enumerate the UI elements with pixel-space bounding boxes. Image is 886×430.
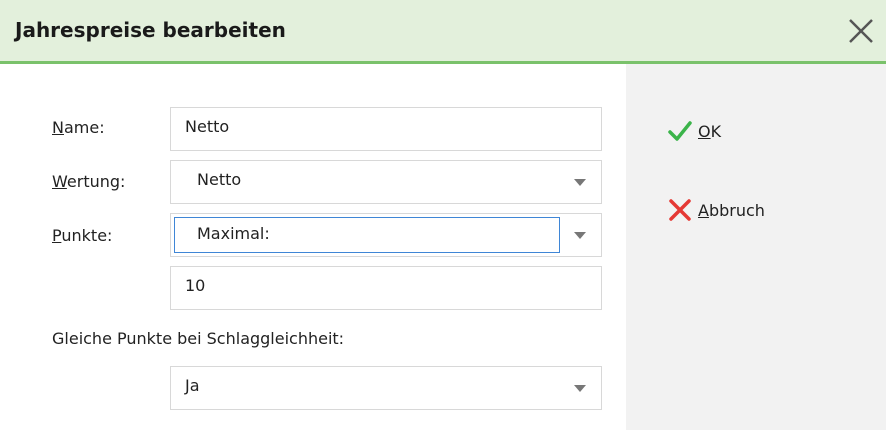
name-label-accesskey: N: [52, 118, 64, 137]
title-bar: Jahrespreise bearbeiten: [0, 0, 886, 64]
name-label-text: ame:: [63, 118, 105, 137]
chevron-down-icon: [574, 232, 586, 239]
gleiche-punkte-dropdown-button[interactable]: [559, 367, 601, 409]
ok-button[interactable]: OK: [668, 120, 721, 142]
abbruch-button[interactable]: Abbruch: [668, 198, 765, 222]
punkte-dropdown-button[interactable]: [559, 214, 601, 256]
wertung-dropdown-button[interactable]: [559, 161, 601, 203]
checkmark-icon: [668, 121, 692, 141]
chevron-down-icon: [574, 385, 586, 392]
wertung-select-value: Netto: [197, 170, 242, 189]
punkte-label: Punkte:: [52, 226, 112, 245]
name-input[interactable]: Netto: [170, 107, 602, 151]
abbruch-label-text: bbruch: [708, 200, 765, 220]
ok-accesskey: O: [698, 121, 711, 141]
gleiche-punkte-label: Gleiche Punkte bei Schlaggleichheit:: [52, 329, 345, 348]
abbruch-label: Abbruch: [698, 201, 765, 220]
ok-label-text: K: [710, 121, 722, 141]
punkte-select-focus: Maximal:: [174, 217, 560, 253]
gleiche-punkte-select[interactable]: Ja: [170, 366, 602, 410]
name-input-value: Netto: [185, 117, 230, 136]
dialog-title: Jahrespreise bearbeiten: [15, 18, 286, 42]
punkte-select[interactable]: Maximal:: [170, 213, 602, 257]
punkte-label-text: unkte:: [61, 226, 113, 245]
punkte-value-text: 10: [185, 276, 206, 295]
ok-label: OK: [698, 122, 721, 141]
cross-icon: [669, 199, 691, 221]
punkte-select-value: Maximal:: [197, 224, 270, 243]
chevron-down-icon: [574, 179, 586, 186]
close-button[interactable]: [844, 14, 878, 48]
wertung-label-accesskey: W: [52, 172, 67, 191]
punkte-value-input[interactable]: 10: [170, 266, 602, 310]
wertung-label-text: ertung:: [66, 172, 126, 191]
name-label: Name:: [52, 118, 105, 137]
abbruch-accesskey: A: [698, 200, 709, 220]
punkte-label-accesskey: P: [52, 226, 62, 245]
action-panel: [626, 64, 886, 430]
close-icon: [849, 19, 873, 43]
gleiche-punkte-select-value: Ja: [185, 376, 200, 395]
wertung-select[interactable]: Netto: [170, 160, 602, 204]
wertung-label: Wertung:: [52, 172, 125, 191]
